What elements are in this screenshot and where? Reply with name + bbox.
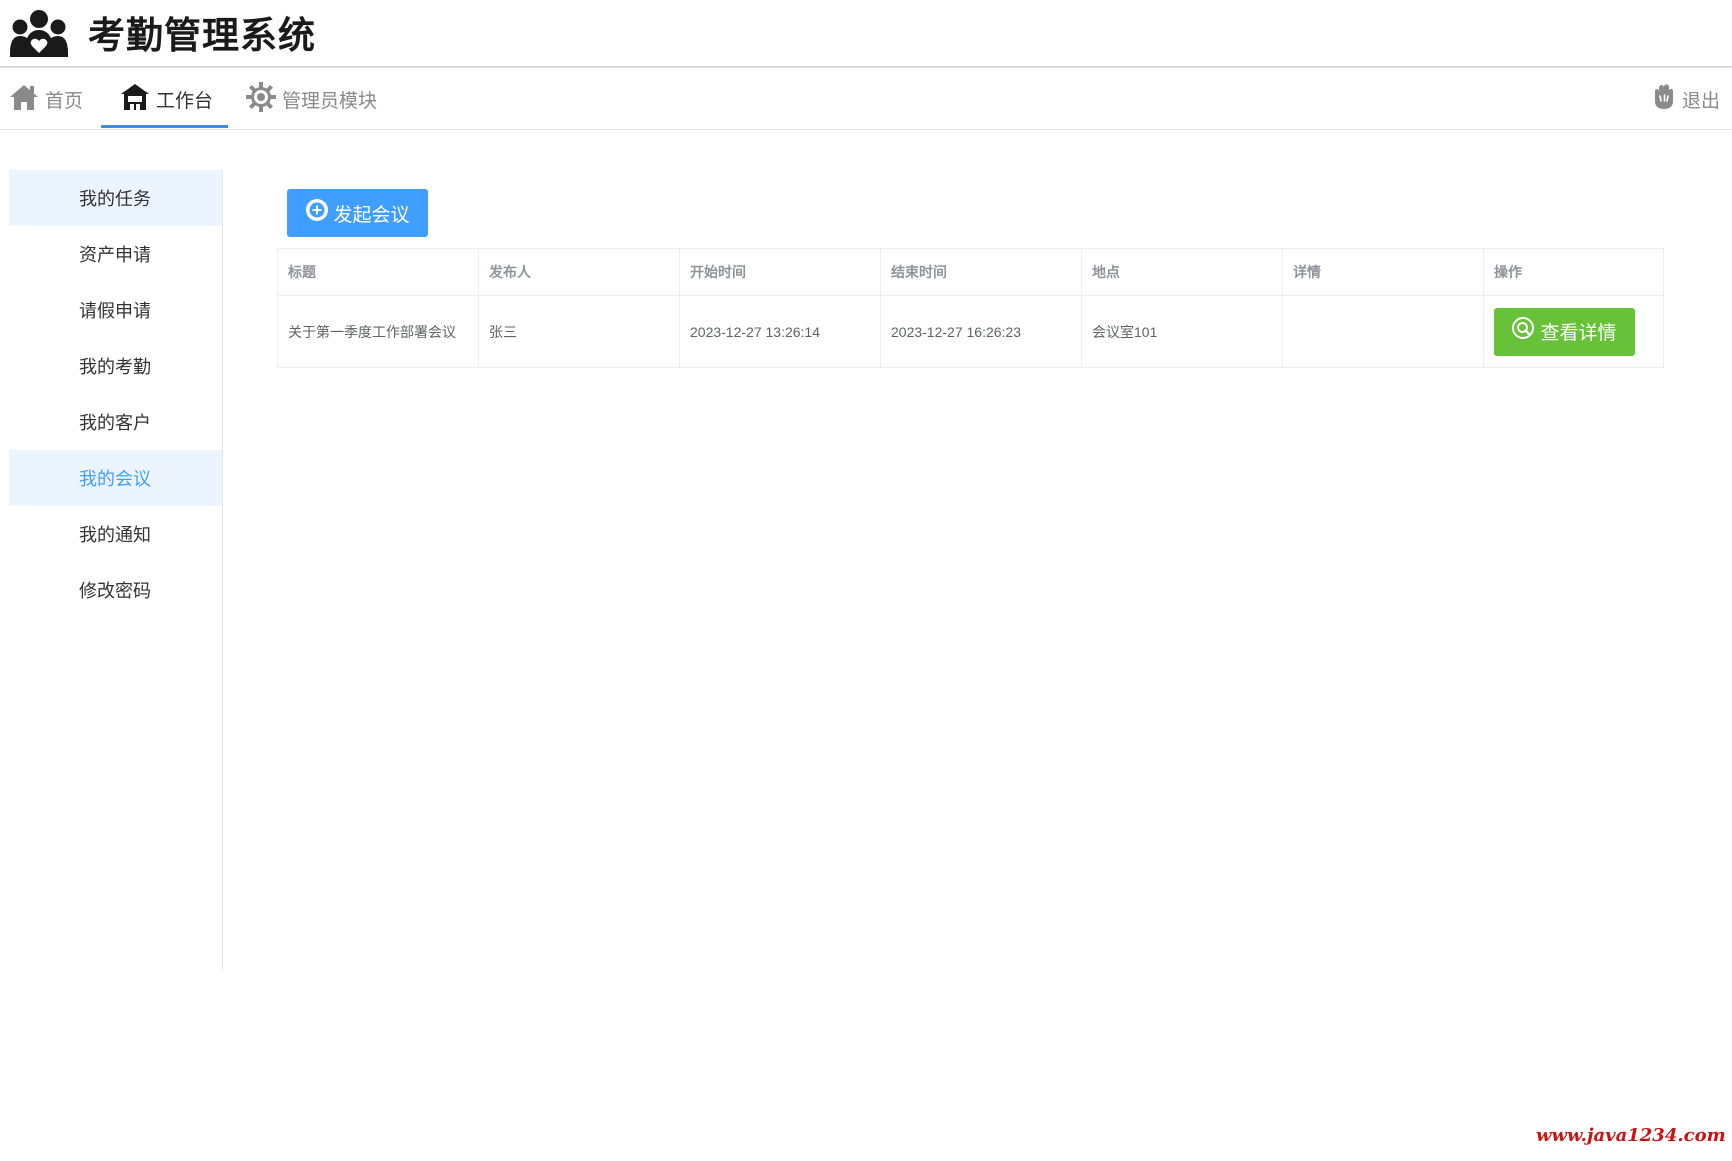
view-details-label: 查看详情 [1540,323,1617,344]
workbench-icon [120,83,156,117]
cell-publisher: 张三 [478,295,680,368]
sidebar-item-my-customers[interactable]: 我的客户 [9,394,222,450]
sidebar: 我的任务 资产申请 请假申请 我的考勤 我的客户 我的会议 我的通知 修改密码 [0,170,223,970]
nav-item-label: 首页 [45,91,84,112]
logout-label: 退出 [1682,91,1721,112]
sidebar-item-my-tasks[interactable]: 我的任务 [9,170,222,226]
cell-action: 查看详情 [1483,295,1664,368]
sidebar-item-label: 修改密码 [79,581,151,601]
users-heart-icon [8,9,70,61]
sidebar-item-asset-request[interactable]: 资产申请 [9,226,222,282]
sidebar-item-label: 资产申请 [79,245,151,265]
view-details-button[interactable]: 查看详情 [1494,307,1635,356]
column-header-title: 标题 [277,248,479,296]
column-header-detail: 详情 [1282,248,1484,296]
sidebar-item-my-notices[interactable]: 我的通知 [9,506,222,562]
cell-title: 关于第一季度工作部署会议 [277,295,479,368]
cell-detail [1282,295,1484,368]
table-header-row: 标题 发布人 开始时间 结束时间 地点 详情 操作 [277,248,1664,296]
search-icon [1512,316,1540,347]
nav-item-label: 管理员模块 [282,91,378,112]
column-header-action: 操作 [1483,248,1664,296]
logout-button[interactable]: 退出 [1652,69,1720,130]
nav-item-home[interactable]: 首页 [9,69,83,130]
sidebar-item-label: 我的客户 [79,413,151,433]
add-meeting-button[interactable]: 发起会议 [287,189,428,237]
home-icon [9,83,45,117]
sidebar-item-label: 我的会议 [79,469,151,489]
watermark: www.java1234.com [1536,1125,1726,1146]
nav-item-workbench[interactable]: 工作台 [120,69,213,130]
nav-item-admin[interactable]: 管理员模块 [246,69,377,130]
nav-item-label: 工作台 [156,91,214,112]
table-row: 关于第一季度工作部署会议 张三 2023-12-27 13:26:14 2023… [277,295,1664,368]
cell-start-time: 2023-12-27 13:26:14 [679,295,881,368]
gear-icon [246,81,282,118]
app-title: 考勤管理系统 [88,15,316,56]
sidebar-item-label: 我的通知 [79,525,151,545]
column-header-publisher: 发布人 [478,248,680,296]
active-tab-indicator [101,125,228,128]
column-header-end-time: 结束时间 [880,248,1082,296]
add-meeting-label: 发起会议 [333,204,410,226]
meetings-table: 标题 发布人 开始时间 结束时间 地点 详情 操作 关于第一季度工作部署会议 张… [277,248,1664,368]
column-header-start-time: 开始时间 [679,248,881,296]
plus-circle-icon [305,198,333,228]
top-nav: 首页 工作台 管理员模块 退出 [0,69,1732,130]
hand-icon [1652,84,1682,116]
sidebar-item-leave-request[interactable]: 请假申请 [9,282,222,338]
cell-end-time: 2023-12-27 16:26:23 [880,295,1082,368]
app-header: 考勤管理系统 [0,0,1732,68]
cell-location: 会议室101 [1081,295,1283,368]
sidebar-item-my-meetings[interactable]: 我的会议 [9,450,222,506]
sidebar-item-label: 请假申请 [79,301,151,321]
sidebar-item-label: 我的任务 [79,189,151,209]
column-header-location: 地点 [1081,248,1283,296]
sidebar-item-change-password[interactable]: 修改密码 [9,562,222,618]
sidebar-item-label: 我的考勤 [79,357,151,377]
sidebar-item-my-attendance[interactable]: 我的考勤 [9,338,222,394]
